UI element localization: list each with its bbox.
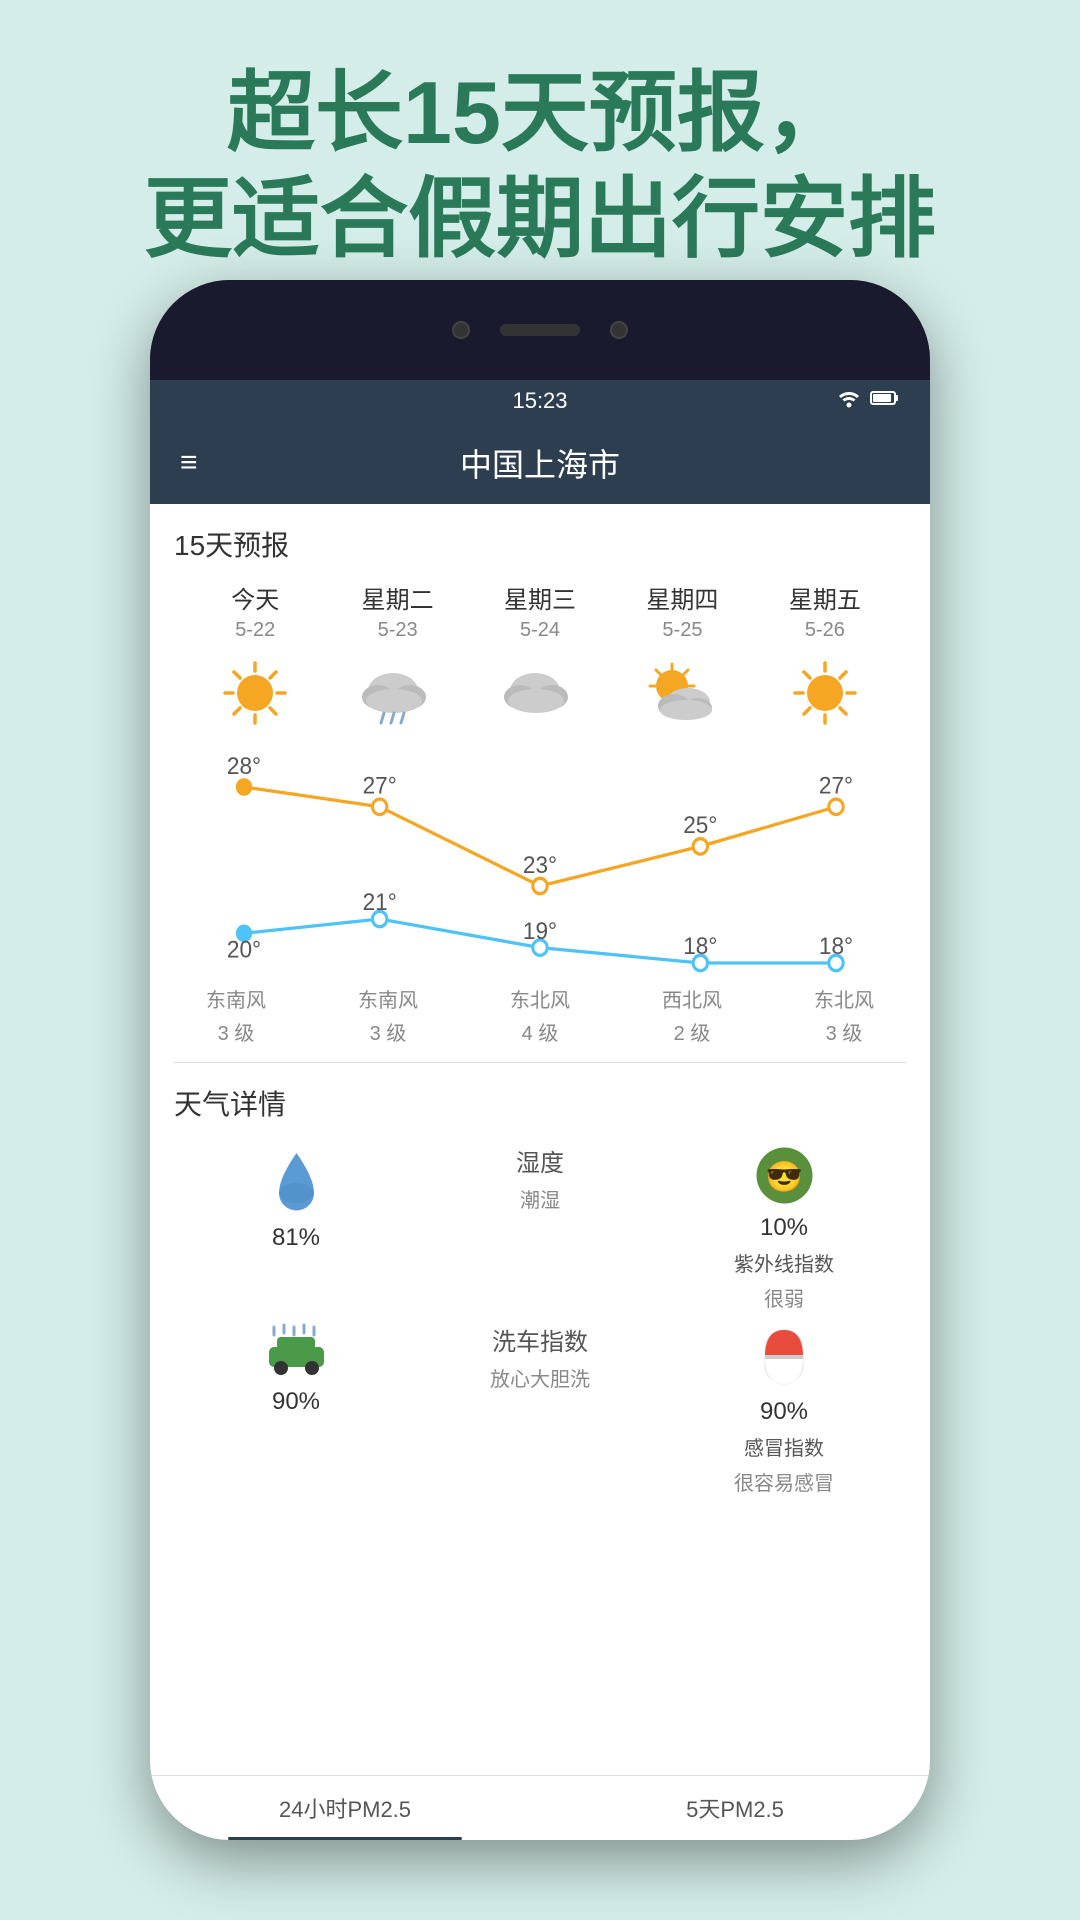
weather-icon-4 bbox=[754, 658, 896, 728]
phone-speaker bbox=[500, 324, 580, 336]
day-date-1: 5-23 bbox=[378, 619, 418, 642]
weather-icon-3 bbox=[611, 658, 753, 728]
wind-level-3: 2 级 bbox=[674, 1017, 711, 1046]
day-col-4: 星期五 5-26 bbox=[754, 580, 896, 642]
humidity-value: 81% bbox=[272, 1224, 320, 1252]
day-date-4: 5-26 bbox=[805, 619, 845, 642]
uv-sublabel: 很弱 bbox=[764, 1283, 804, 1312]
svg-text:18°: 18° bbox=[683, 932, 717, 959]
header-title: 超长15天预报， 更适合假期出行安排 bbox=[40, 60, 1040, 271]
svg-text:27°: 27° bbox=[819, 772, 853, 799]
wind-level-0: 3 级 bbox=[218, 1017, 255, 1046]
wind-col-3: 西北风 2 级 bbox=[616, 984, 768, 1046]
proximity-sensor bbox=[610, 321, 628, 339]
phone-frame: 15:23 bbox=[150, 280, 930, 1840]
humidity-sublabel: 潮湿 bbox=[520, 1184, 560, 1213]
wind-dir-4: 东北风 bbox=[814, 984, 874, 1013]
day-col-0: 今天 5-22 bbox=[184, 580, 326, 642]
cold-label: 感冒指数 bbox=[744, 1432, 824, 1461]
wind-row: 东南风 3 级 东南风 3 级 东北风 4 级 西北风 2 级 东北风 3 bbox=[150, 984, 930, 1062]
uv-label: 紫外线指数 bbox=[734, 1248, 834, 1277]
svg-text:19°: 19° bbox=[523, 917, 557, 944]
wind-level-2: 4 级 bbox=[522, 1017, 559, 1046]
svg-text:23°: 23° bbox=[523, 851, 557, 878]
cold-sublabel: 很容易感冒 bbox=[734, 1467, 834, 1496]
bottom-tabs: 24小时PM2.5 5天PM2.5 bbox=[150, 1775, 930, 1840]
wind-col-0: 东南风 3 级 bbox=[160, 984, 312, 1046]
wind-col-2: 东北风 4 级 bbox=[464, 984, 616, 1046]
cold-value: 90% bbox=[760, 1398, 808, 1426]
svg-text:20°: 20° bbox=[227, 936, 261, 963]
main-content: 15天预报 今天 5-22 星期二 5-23 星期三 5-24 bbox=[150, 504, 930, 1840]
day-col-1: 星期二 5-23 bbox=[326, 580, 468, 642]
wind-col-1: 东南风 3 级 bbox=[312, 984, 464, 1046]
wind-level-4: 3 级 bbox=[826, 1017, 863, 1046]
details-title: 天气详情 bbox=[174, 1083, 906, 1123]
uv-value: 10% bbox=[760, 1214, 808, 1242]
weather-icon-0 bbox=[184, 658, 326, 728]
weather-icon-1 bbox=[326, 658, 468, 728]
tab-pm25-24h[interactable]: 24小时PM2.5 bbox=[150, 1776, 540, 1840]
temp-chart: 28° 27° 23° 25° 27° 20° 21° bbox=[150, 754, 930, 974]
day-name-4: 星期五 bbox=[789, 580, 861, 615]
menu-icon[interactable]: ≡ bbox=[180, 446, 198, 480]
svg-text:😎: 😎 bbox=[765, 1160, 802, 1194]
humidity-label: 湿度 bbox=[516, 1143, 564, 1178]
detail-carwash-text: 洗车指数 放心大胆洗 bbox=[418, 1322, 662, 1496]
carwash-sublabel: 放心大胆洗 bbox=[490, 1363, 590, 1392]
details-section: 天气详情 81% 湿度 潮湿 bbox=[150, 1063, 930, 1775]
front-camera bbox=[452, 321, 470, 339]
day-date-3: 5-25 bbox=[662, 619, 702, 642]
wind-col-4: 东北风 3 级 bbox=[768, 984, 920, 1046]
svg-text:25°: 25° bbox=[683, 811, 717, 838]
detail-uv-icon: 😎 10% 紫外线指数 很弱 bbox=[662, 1143, 906, 1312]
status-icons bbox=[660, 388, 900, 414]
forecast-section: 15天预报 今天 5-22 星期二 5-23 星期三 5-24 bbox=[150, 504, 930, 744]
detail-humidity-icon: 81% bbox=[174, 1143, 418, 1312]
phone-bezel bbox=[150, 280, 930, 380]
day-name-1: 星期二 bbox=[362, 580, 434, 615]
forecast-title: 15天预报 bbox=[174, 524, 906, 564]
phone-screen: 15:23 bbox=[150, 380, 930, 1840]
wind-dir-3: 西北风 bbox=[662, 984, 722, 1013]
carwash-label: 洗车指数 bbox=[492, 1322, 588, 1357]
day-name-0: 今天 bbox=[231, 580, 279, 615]
tab-pm25-5d[interactable]: 5天PM2.5 bbox=[540, 1776, 930, 1840]
svg-text:21°: 21° bbox=[363, 888, 397, 915]
wind-level-1: 3 级 bbox=[370, 1017, 407, 1046]
day-date-2: 5-24 bbox=[520, 619, 560, 642]
svg-text:18°: 18° bbox=[819, 932, 853, 959]
day-name-2: 星期三 bbox=[504, 580, 576, 615]
day-col-3: 星期四 5-25 bbox=[611, 580, 753, 642]
status-time: 15:23 bbox=[420, 388, 660, 414]
svg-text:28°: 28° bbox=[227, 754, 261, 779]
carwash-value: 90% bbox=[272, 1388, 320, 1416]
days-row: 今天 5-22 星期二 5-23 星期三 5-24 星期四 5-25 bbox=[174, 580, 906, 642]
wind-dir-0: 东南风 bbox=[206, 984, 266, 1013]
details-grid: 81% 湿度 潮湿 😎 10% 紫外线指数 很弱 bbox=[174, 1143, 906, 1496]
status-bar: 15:23 bbox=[150, 380, 930, 422]
app-header: ≡ 中国上海市 bbox=[150, 422, 930, 504]
detail-cold-icon: 90% 感冒指数 很容易感冒 bbox=[662, 1322, 906, 1496]
detail-humidity-text: 湿度 潮湿 bbox=[418, 1143, 662, 1312]
weather-icon-2 bbox=[469, 658, 611, 728]
page-header: 超长15天预报， 更适合假期出行安排 bbox=[0, 0, 1080, 311]
wind-dir-2: 东北风 bbox=[510, 984, 570, 1013]
city-name: 中国上海市 bbox=[460, 440, 620, 486]
wind-dir-1: 东南风 bbox=[358, 984, 418, 1013]
day-name-3: 星期四 bbox=[646, 580, 718, 615]
weather-icons-row bbox=[174, 642, 906, 744]
battery-icon bbox=[870, 389, 900, 413]
day-date-0: 5-22 bbox=[235, 619, 275, 642]
day-col-2: 星期三 5-24 bbox=[469, 580, 611, 642]
detail-carwash-icon: 90% bbox=[174, 1322, 418, 1496]
wifi-icon bbox=[836, 388, 862, 414]
svg-text:27°: 27° bbox=[363, 772, 397, 799]
